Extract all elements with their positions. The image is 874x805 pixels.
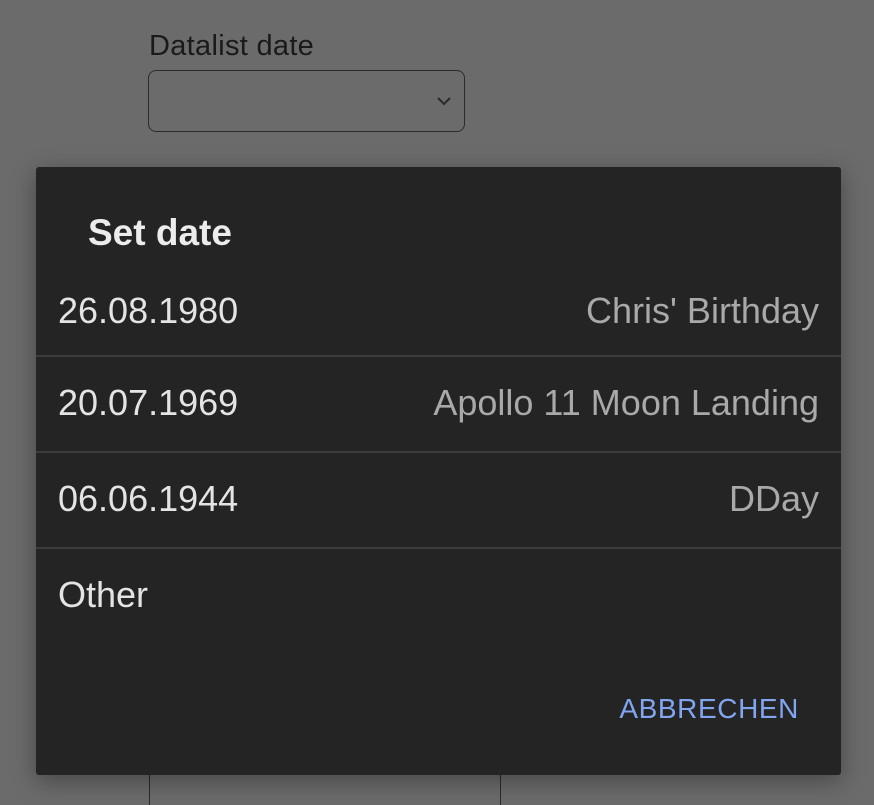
dialog-title: Set date [88, 212, 232, 253]
datalist-date-select[interactable] [148, 70, 465, 132]
list-item-other[interactable]: Other [36, 549, 841, 645]
list-item[interactable]: 06.06.1944 DDay [36, 453, 841, 549]
option-date: 26.08.1980 [58, 290, 239, 331]
option-date: 06.06.1944 [58, 478, 239, 519]
list-item[interactable]: 20.07.1969 Apollo 11 Moon Landing [36, 357, 841, 453]
cancel-button[interactable]: ABBRECHEN [619, 695, 799, 723]
option-description: Apollo 11 Moon Landing [433, 382, 819, 423]
chevron-down-icon [437, 97, 451, 106]
option-date: 20.07.1969 [58, 382, 239, 423]
field-label: Datalist date [149, 30, 315, 62]
option-date: Other [58, 574, 149, 615]
options-list: 26.08.1980 Chris' Birthday 20.07.1969 Ap… [36, 263, 841, 645]
option-description: Chris' Birthday [586, 290, 819, 331]
background-field [149, 770, 501, 805]
option-description: DDay [728, 478, 819, 519]
list-item[interactable]: 26.08.1980 Chris' Birthday [36, 263, 841, 357]
date-picker-dialog: Set date 26.08.1980 Chris' Birthday 20.0… [36, 167, 841, 775]
